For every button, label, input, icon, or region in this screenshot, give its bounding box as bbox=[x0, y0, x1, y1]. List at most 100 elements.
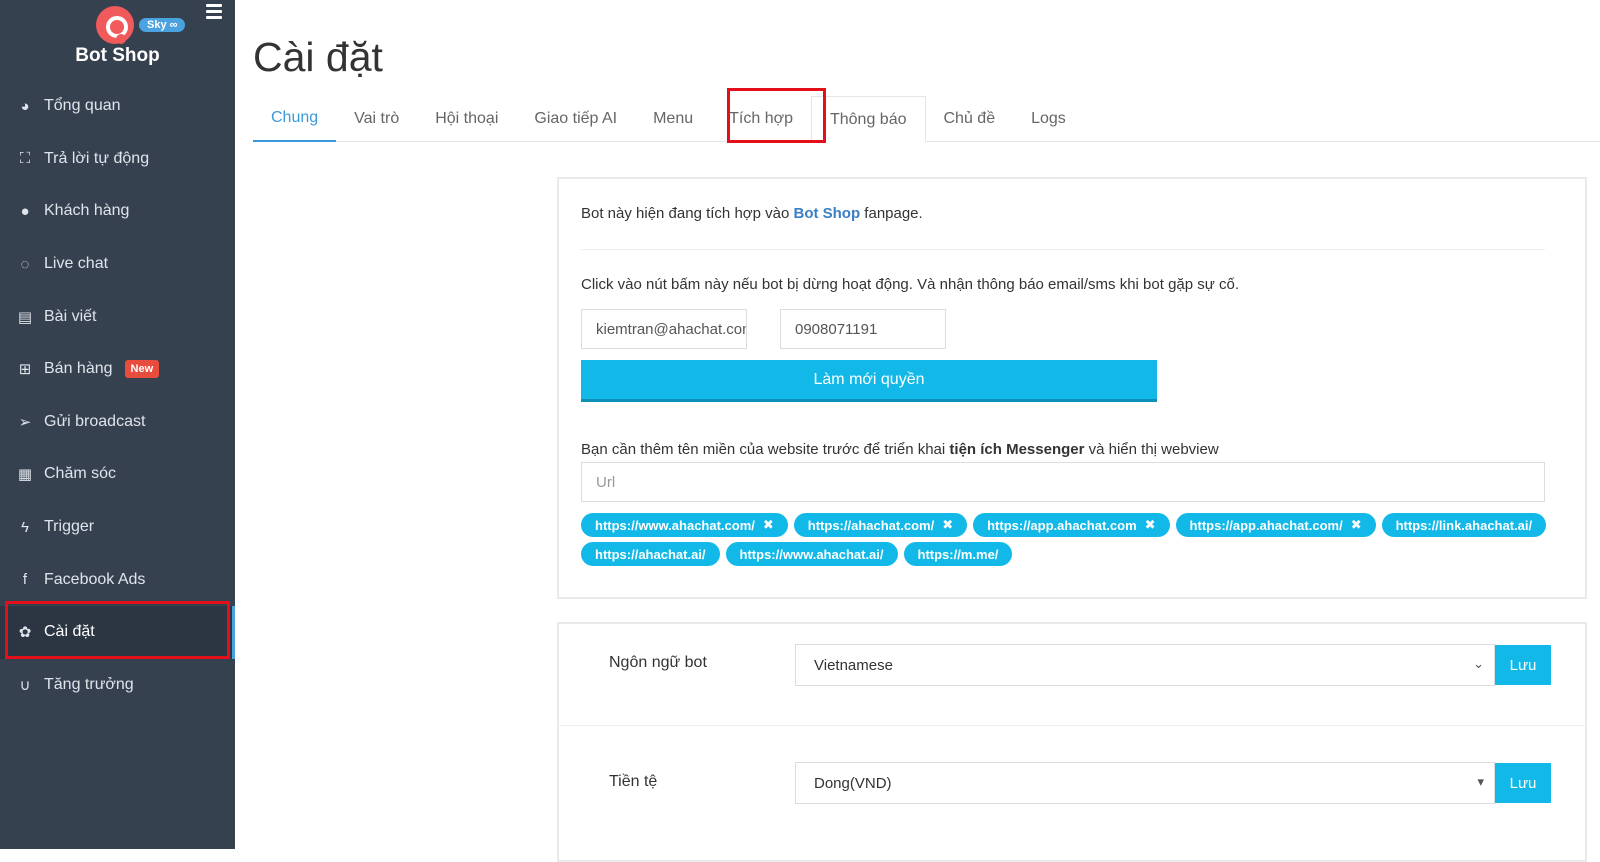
tab-5[interactable]: Tích hợp bbox=[711, 96, 811, 142]
sidebar-item-chat[interactable]: ◌ Live chat bbox=[0, 238, 235, 291]
chevron-down-icon: ⌄ bbox=[1473, 656, 1484, 671]
calendar-icon: ▦ bbox=[17, 466, 33, 484]
logo-icon[interactable] bbox=[96, 6, 134, 44]
user-icon: ● bbox=[20, 202, 30, 220]
messenger-widget-label: tiện ích Messenger bbox=[949, 441, 1085, 458]
domain-tag-label: https://www.ahachat.com/ bbox=[595, 517, 755, 533]
sidebar-item-book[interactable]: ▤ Bài viết bbox=[0, 290, 235, 343]
remove-icon[interactable]: ✖ bbox=[1351, 517, 1362, 533]
settings-tabs: Chung Vai trò Hội thoại Giao tiếp AI Menu Tíc… bbox=[253, 96, 1600, 142]
sidebar: Sky ∞ Bot Shop ◕ Tổng quan ⛶ Trả lời tự độn… bbox=[0, 0, 235, 849]
tab-4[interactable]: Menu bbox=[635, 96, 711, 142]
plan-badge: Sky ∞ bbox=[139, 18, 186, 32]
intro-suffix: fanpage. bbox=[860, 205, 923, 222]
magnet-icon: ∪ bbox=[19, 676, 31, 694]
sidebar-item-label: Tổng quan bbox=[44, 97, 121, 115]
domain-tag: https://m.me/ bbox=[903, 542, 1013, 566]
tab-2[interactable]: Hội thoại bbox=[417, 96, 516, 142]
domain-tag: https://app.ahachat.com ✖ bbox=[973, 513, 1170, 537]
currency-select[interactable]: Dong(VND) ▾ bbox=[795, 762, 1495, 804]
sidebar-item-label: Trigger bbox=[44, 518, 95, 536]
sidebar-item-gear[interactable]: ✿ Cài đặt bbox=[0, 605, 235, 659]
brand-name: Bot Shop bbox=[75, 45, 160, 66]
sidebar-nav: ◕ Tổng quan ⛶ Trả lời tự động ● Khách hàng ◌ Li… bbox=[0, 80, 235, 711]
paper-plane-icon: ➢ bbox=[18, 413, 32, 431]
sidebar-item-label: Bán hàng bbox=[44, 360, 113, 378]
domain-note: Bạn cần thêm tên miền của website trước … bbox=[581, 441, 1219, 458]
email-field[interactable]: kiemtran@ahachat.com bbox=[581, 309, 747, 349]
tab-0[interactable]: Chung bbox=[253, 96, 337, 142]
divider bbox=[581, 249, 1545, 250]
sidebar-item-label: Bài viết bbox=[44, 307, 97, 325]
domain-tag: https://ahachat.ai/ bbox=[581, 542, 720, 566]
url-input[interactable]: Url bbox=[581, 462, 1545, 502]
sidebar-item-paper-plane[interactable]: ➢ Gửi broadcast bbox=[0, 396, 235, 449]
sidebar-item-facebook[interactable]: f Facebook Ads bbox=[0, 553, 235, 606]
domain-note-text: Bạn cần thêm tên miền của website trước … bbox=[581, 441, 950, 458]
tab-6[interactable]: Thông báo bbox=[810, 96, 926, 142]
integration-intro: Bot này hiện đang tích hợp vào Bot Shop … bbox=[581, 205, 923, 222]
sidebar-item-calendar[interactable]: ▦ Chăm sóc bbox=[0, 448, 235, 501]
domain-tag-list: https://www.ahachat.com/✖ https://ahachat… bbox=[581, 513, 1571, 571]
fanpage-link[interactable]: Bot Shop bbox=[793, 205, 860, 222]
cart-icon: ⊞ bbox=[18, 361, 32, 379]
sidebar-item-user[interactable]: ● Khách hàng bbox=[0, 185, 235, 238]
currency-save-button[interactable]: Lưu bbox=[1495, 763, 1551, 803]
new-badge: New bbox=[124, 360, 160, 379]
caret-down-icon: ▾ bbox=[1477, 774, 1484, 789]
tab-1[interactable]: Vai trò bbox=[336, 96, 417, 142]
sitemap-icon: ⛶ bbox=[19, 150, 31, 168]
tab-8[interactable]: Logs bbox=[1013, 96, 1084, 142]
language-select[interactable]: Vietnamese ⌄ bbox=[795, 644, 1495, 686]
domain-tag: https://www.ahachat.ai/ bbox=[725, 542, 898, 566]
remove-icon[interactable]: ✖ bbox=[1145, 517, 1156, 533]
sidebar-item-label: Khách hàng bbox=[44, 202, 130, 220]
sidebar-item-dashboard[interactable]: ◕ Tổng quan bbox=[0, 80, 235, 133]
sidebar-item-bolt[interactable]: ϟ Trigger bbox=[0, 501, 235, 554]
domain-tag-label: https://ahachat.com/ bbox=[807, 517, 935, 533]
currency-row: Tiền tệ Dong(VND) ▾ Lưu bbox=[559, 726, 1585, 836]
domain-tag: https://link.ahachat.ai/ bbox=[1381, 513, 1547, 537]
sidebar-item-label: Tăng trưởng bbox=[44, 675, 134, 693]
brand: Sky ∞ Bot Shop bbox=[0, 0, 235, 80]
sidebar-item-label: Chăm sóc bbox=[44, 465, 117, 483]
sidebar-item-sitemap[interactable]: ⛶ Trả lời tự động bbox=[0, 133, 235, 186]
integration-panel: Bot này hiện đang tích hợp vào Bot Shop … bbox=[557, 177, 1587, 599]
domain-tag-label: https://app.ahachat.com/ bbox=[1189, 517, 1343, 533]
language-label: Ngôn ngữ bot bbox=[609, 654, 707, 671]
tab-7[interactable]: Chủ đề bbox=[926, 96, 1014, 142]
bolt-icon: ϟ bbox=[21, 518, 29, 536]
domain-tag: https://app.ahachat.com/ ✖ bbox=[1175, 513, 1376, 537]
domain-tag: https://ahachat.com/ ✖ bbox=[793, 513, 968, 537]
domain-tag-label: https://ahachat.ai/ bbox=[595, 546, 706, 562]
facebook-icon: f bbox=[22, 571, 28, 589]
sidebar-item-label: Live chat bbox=[44, 255, 109, 273]
domain-tag-label: https://m.me/ bbox=[917, 546, 999, 562]
sidebar-item-label: Cài đặt bbox=[44, 623, 95, 641]
chat-icon: ◌ bbox=[20, 255, 30, 273]
domain-note-suffix: và hiển thị webview bbox=[1084, 441, 1219, 458]
domain-tag-label: https://link.ahachat.ai/ bbox=[1395, 517, 1533, 533]
domain-tag-label: https://www.ahachat.ai/ bbox=[739, 546, 884, 562]
intro-text: Bot này hiện đang tích hợp vào bbox=[581, 205, 794, 222]
tab-3[interactable]: Giao tiếp AI bbox=[516, 96, 635, 142]
page-title: Cài đặt bbox=[253, 34, 383, 80]
sidebar-item-label: Gửi broadcast bbox=[44, 412, 146, 430]
remove-icon[interactable]: ✖ bbox=[763, 517, 774, 533]
refresh-note: Click vào nút bấm này nếu bot bị dừng ho… bbox=[581, 276, 1239, 293]
refresh-permissions-button[interactable]: Làm mới quyền bbox=[581, 360, 1157, 402]
remove-icon[interactable]: ✖ bbox=[942, 517, 953, 533]
sidebar-item-magnet[interactable]: ∪ Tăng trưởng bbox=[0, 659, 235, 712]
language-save-button[interactable]: Lưu bbox=[1495, 645, 1551, 685]
domain-tag-label: https://app.ahachat.com bbox=[987, 517, 1137, 533]
language-value: Vietnamese bbox=[814, 656, 893, 674]
currency-label: Tiền tệ bbox=[609, 773, 658, 790]
main-content: Cài đặt Chung Vai trò Hội thoại Giao tiếp A… bbox=[235, 0, 1600, 862]
dashboard-icon: ◕ bbox=[20, 97, 30, 115]
sidebar-item-cart[interactable]: ⊞ Bán hàng New bbox=[0, 343, 235, 396]
logo-dot bbox=[116, 34, 126, 44]
domain-tag: https://www.ahachat.com/ ✖ bbox=[581, 513, 788, 537]
phone-field[interactable]: 0908071191 bbox=[780, 309, 946, 349]
sidebar-item-label: Trả lời tự động bbox=[44, 149, 150, 167]
hamburger-menu-icon[interactable] bbox=[206, 4, 222, 19]
